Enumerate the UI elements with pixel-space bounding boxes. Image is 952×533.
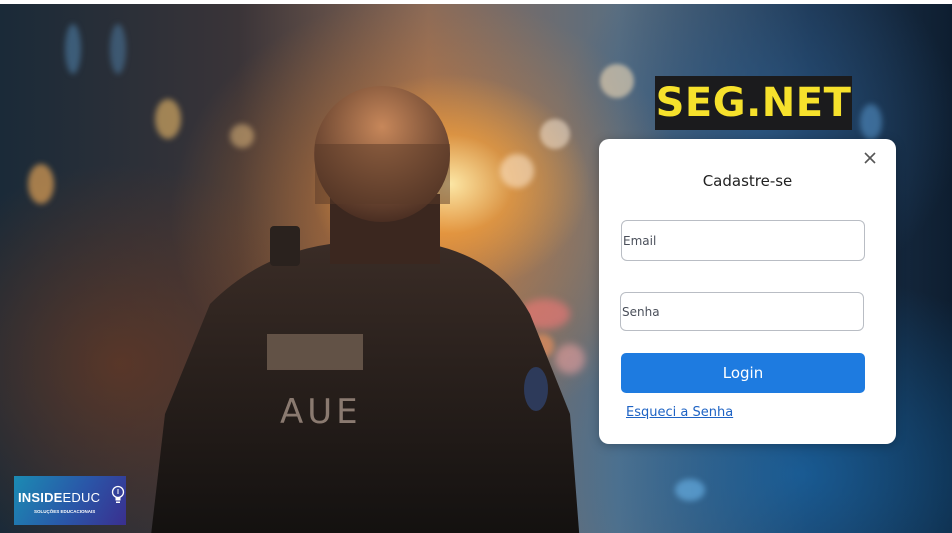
- bokeh-light: [600, 64, 634, 98]
- bokeh-light: [28, 164, 54, 204]
- bokeh-light: [65, 24, 81, 74]
- officer-silhouette: [151, 86, 580, 533]
- close-icon[interactable]: [861, 149, 879, 167]
- brand-title: SEG.NET: [655, 76, 852, 130]
- login-button[interactable]: Login: [621, 353, 865, 393]
- logo-wordmark-light: EDUC: [62, 490, 101, 505]
- inside-educ-logo: INSIDEEDUC SOLUÇÕES EDUCACIONAIS: [14, 476, 126, 525]
- bokeh-light: [860, 104, 882, 140]
- bokeh-light: [110, 24, 126, 74]
- back-patch-text: AUE: [280, 392, 362, 432]
- forgot-password-link[interactable]: Esqueci a Senha: [626, 405, 733, 420]
- password-field[interactable]: [620, 292, 864, 331]
- logo-wordmark: INSIDEEDUC: [18, 490, 100, 505]
- lightbulb-icon: [111, 485, 125, 503]
- modal-title: Cadastre-se: [702, 172, 793, 190]
- email-field[interactable]: [621, 220, 865, 261]
- bokeh-light: [675, 479, 705, 501]
- logo-tagline: SOLUÇÕES EDUCACIONAIS: [34, 509, 96, 514]
- logo-wordmark-bold: INSIDE: [18, 490, 63, 505]
